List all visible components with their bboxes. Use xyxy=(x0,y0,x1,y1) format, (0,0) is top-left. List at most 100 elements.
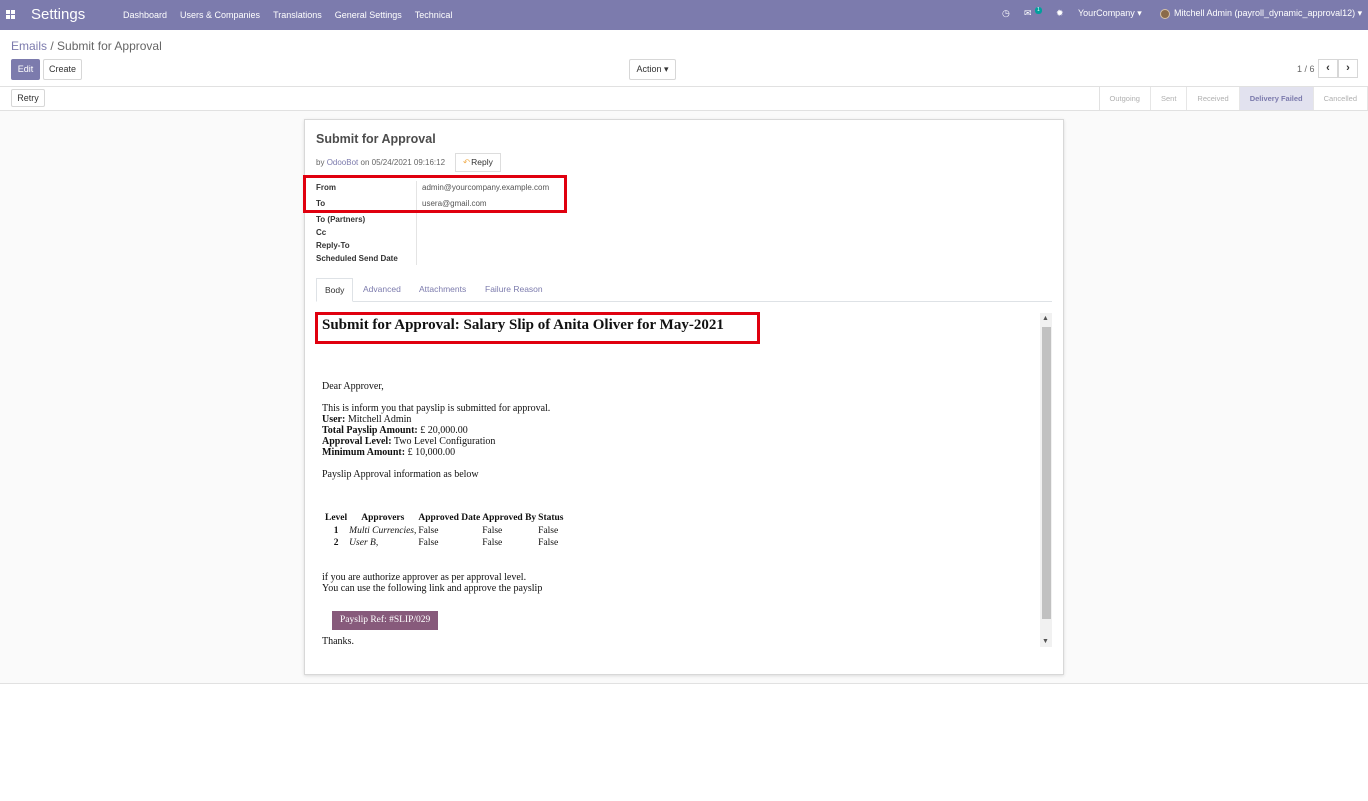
apps-menu-icon[interactable] xyxy=(6,10,15,19)
table-header: Approved By xyxy=(482,513,537,523)
stage-pipeline: Outgoing Sent Received Delivery Failed C… xyxy=(1098,87,1368,110)
menu-general-settings[interactable]: General Settings xyxy=(335,10,402,20)
chevron-left-icon: ‹ xyxy=(1326,62,1330,74)
user-menu[interactable]: Mitchell Admin (payroll_dynamic_approval… xyxy=(1174,8,1362,19)
mail-note-2: You can use the following link and appro… xyxy=(322,583,543,594)
scroll-up-icon[interactable]: ▲ xyxy=(1042,315,1049,322)
approver-name: Multi Currencies xyxy=(349,525,414,536)
action-label: Action xyxy=(636,64,662,74)
cell-approvers: User B, xyxy=(348,537,417,549)
total-value: £ 20,000.00 xyxy=(420,425,468,436)
mail-level-line: Approval Level: Two Level Configuration xyxy=(322,436,495,447)
mail-minimum-line: Minimum Amount: £ 10,000.00 xyxy=(322,447,455,458)
tab-body[interactable]: Body xyxy=(316,278,354,302)
mail-user-line: User: Mitchell Admin xyxy=(322,414,411,425)
mail-total-line: Total Payslip Amount: £ 20,000.00 xyxy=(322,425,468,436)
pager-previous-button[interactable]: ‹ xyxy=(1318,59,1338,78)
cell-level: 2 xyxy=(333,537,339,548)
stage-received[interactable]: Received xyxy=(1187,87,1240,110)
total-label: Total Payslip Amount: xyxy=(322,425,418,436)
stage-cancelled[interactable]: Cancelled xyxy=(1314,87,1368,110)
meta-by: by xyxy=(316,158,325,167)
cell-approved-by: False xyxy=(482,525,503,536)
approver-suffix: , xyxy=(414,525,417,536)
edit-button[interactable]: Edit xyxy=(11,59,40,80)
stage-sent[interactable]: Sent xyxy=(1151,87,1188,110)
email-subject: Submit for Approval xyxy=(316,132,436,146)
scrollbar-thumb[interactable] xyxy=(1042,327,1051,619)
email-meta: by OdooBot on 05/24/2021 09:16:12 xyxy=(316,158,445,167)
cell-level: 1 xyxy=(333,525,339,536)
field-label-scheduled-date: Scheduled Send Date xyxy=(316,254,398,263)
user-avatar[interactable] xyxy=(1160,9,1170,19)
cell-status: False xyxy=(538,537,559,548)
debug-bug-icon[interactable]: ✹ xyxy=(1056,8,1064,19)
menu-users-companies[interactable]: Users & Companies xyxy=(180,10,260,20)
stage-outgoing[interactable]: Outgoing xyxy=(1100,87,1151,110)
user-name: Mitchell Admin (payroll_dynamic_approval… xyxy=(1174,8,1356,18)
mail-body-frame[interactable]: Submit for Approval: Salary Slip of Anit… xyxy=(316,311,1052,645)
approver-name: User B xyxy=(349,537,376,548)
menu-translations[interactable]: Translations xyxy=(273,10,322,20)
tab-attachments[interactable]: Attachments xyxy=(419,278,466,302)
cell-approved-by: False xyxy=(482,537,503,548)
reply-icon: ↶ xyxy=(463,157,471,167)
cell-approved-date: False xyxy=(418,537,439,548)
stage-delivery-failed[interactable]: Delivery Failed xyxy=(1239,87,1314,110)
main-menu: Dashboard Users & Companies Translations… xyxy=(123,10,465,20)
table-row: 2 User B, False False False xyxy=(324,537,565,549)
caret-down-icon: ▾ xyxy=(664,64,669,74)
breadcrumb-separator: / xyxy=(50,39,54,53)
chat-icon[interactable]: ✉ xyxy=(1024,8,1032,19)
minimum-label: Minimum Amount: xyxy=(322,447,406,458)
field-label-to-partners: To (Partners) xyxy=(316,215,366,224)
approval-table: Level Approvers Approved Date Approved B… xyxy=(324,513,565,549)
email-form-sheet: Submit for Approval by OdooBot on 05/24/… xyxy=(303,119,1064,675)
payslip-ref-button[interactable]: Payslip Ref: #SLIP/029 xyxy=(332,611,439,630)
notebook-tabs: Body Advanced Attachments Failure Reason xyxy=(316,278,1052,302)
approver-suffix: , xyxy=(375,537,379,548)
breadcrumb: Emails / Submit for Approval xyxy=(11,39,162,53)
breadcrumb-emails[interactable]: Emails xyxy=(11,39,47,53)
mail-thanks: Thanks. xyxy=(322,636,354,645)
user-value: Mitchell Admin xyxy=(347,414,412,425)
mail-info-line: Payslip Approval information as below xyxy=(322,469,479,480)
pager-value[interactable]: 1 / 6 xyxy=(1297,64,1315,74)
table-header: Approvers xyxy=(361,513,405,523)
email-author[interactable]: OdooBot xyxy=(327,158,359,167)
table-row: 1 Multi Currencies, False False False xyxy=(324,525,565,537)
chevron-right-icon: › xyxy=(1346,62,1350,74)
table-header: Approved Date xyxy=(418,513,481,523)
table-header: Level xyxy=(325,513,348,523)
field-label-cc: Cc xyxy=(316,228,327,237)
cell-approvers: Multi Currencies, xyxy=(348,525,417,537)
scroll-down-icon[interactable]: ▼ xyxy=(1042,638,1049,645)
menu-dashboard[interactable]: Dashboard xyxy=(123,10,167,20)
highlight-box-from-to xyxy=(303,175,567,213)
minimum-value: £ 10,000.00 xyxy=(407,447,456,458)
activity-clock-icon[interactable]: ◷ xyxy=(1002,8,1010,19)
meta-on: on xyxy=(360,158,370,167)
app-brand: Settings xyxy=(31,6,86,23)
tab-failure-reason[interactable]: Failure Reason xyxy=(485,278,543,302)
status-bar: Retry Outgoing Sent Received Delivery Fa… xyxy=(0,87,1368,111)
reply-button[interactable]: ↶Reply xyxy=(455,153,501,172)
menu-technical[interactable]: Technical xyxy=(415,10,453,20)
breadcrumb-current: Submit for Approval xyxy=(57,39,162,53)
user-label: User: xyxy=(322,414,346,425)
create-button[interactable]: Create xyxy=(43,59,82,80)
retry-button[interactable]: Retry xyxy=(11,89,45,107)
pager-next-button[interactable]: › xyxy=(1338,59,1358,78)
action-dropdown[interactable]: Action ▾ xyxy=(629,59,676,80)
level-value: Two Level Configuration xyxy=(393,436,496,447)
chatter-area xyxy=(0,683,1368,801)
company-name: YourCompany xyxy=(1078,8,1135,18)
level-label: Approval Level: xyxy=(322,436,392,447)
mail-body-scrollbar[interactable]: ▲ ▼ xyxy=(1040,313,1052,647)
mail-intro: This is inform you that payslip is submi… xyxy=(322,403,551,414)
company-switcher[interactable]: YourCompany ▾ xyxy=(1078,8,1142,19)
email-date: 05/24/2021 09:16:12 xyxy=(371,158,446,167)
control-panel: Emails / Submit for Approval Edit Create… xyxy=(0,30,1368,87)
tab-advanced[interactable]: Advanced xyxy=(363,278,401,302)
reply-label: Reply xyxy=(471,157,493,167)
